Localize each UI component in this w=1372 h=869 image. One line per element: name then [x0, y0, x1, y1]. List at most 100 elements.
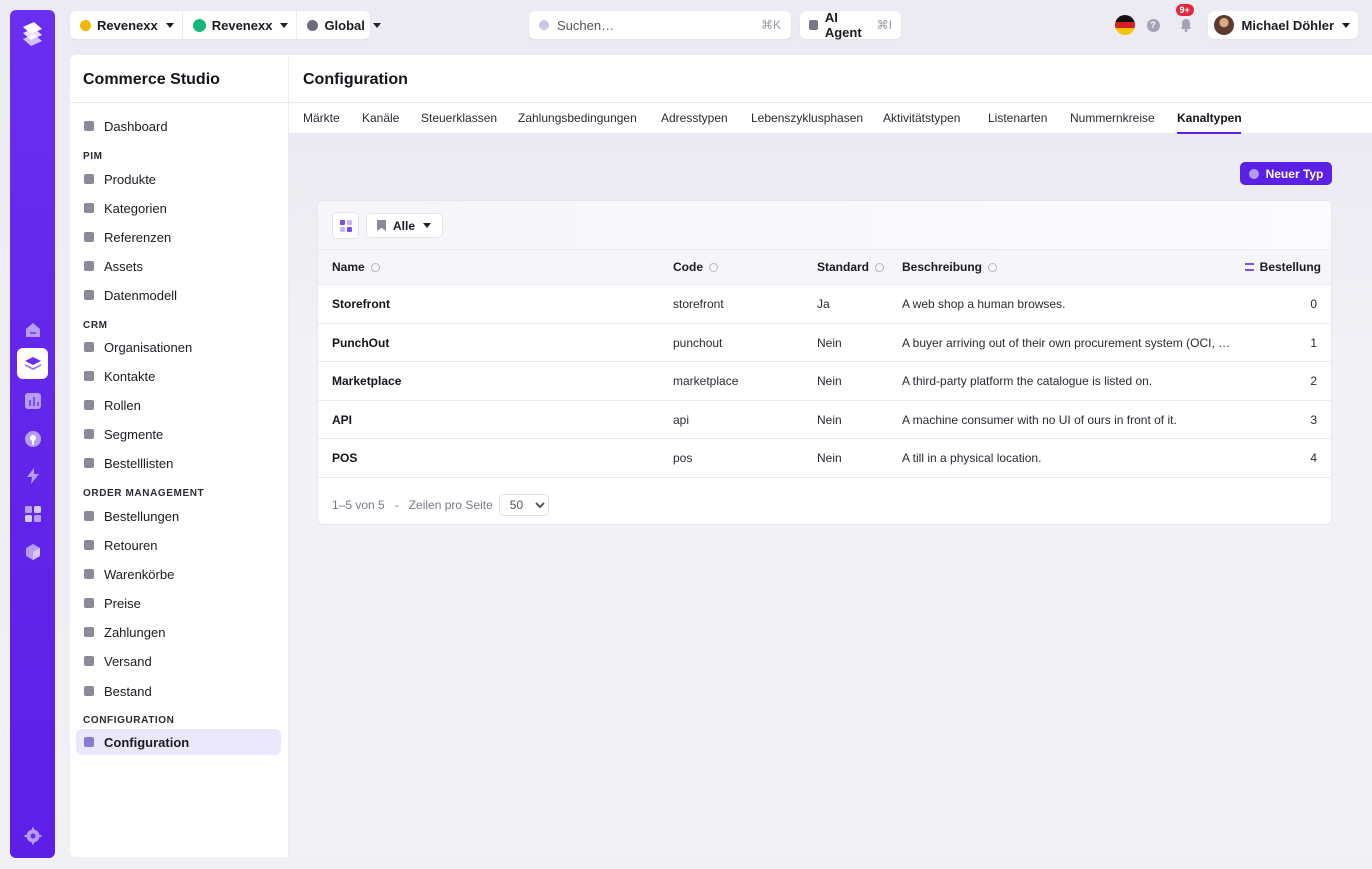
cell-description: A web shop a human browses. — [902, 297, 1066, 311]
home-icon[interactable] — [17, 314, 48, 345]
sidebar-item-label: Configuration — [104, 734, 190, 750]
sidebar-item-bestand[interactable]: Bestand — [76, 678, 281, 704]
cell-description: A buyer arriving out of their own procur… — [902, 335, 1232, 350]
cell-code: punchout — [673, 335, 723, 350]
sidebar-item-preise[interactable]: Preise — [76, 590, 281, 616]
tab-adresstypen[interactable]: Adresstypen — [661, 111, 728, 125]
analytics-icon[interactable] — [17, 385, 48, 416]
saved-view-filter[interactable]: Alle — [366, 213, 443, 238]
tab-nummernkreise[interactable]: Nummernkreise — [1070, 111, 1155, 125]
column-label: Name — [332, 260, 365, 274]
sidebar-item-label: Bestelllisten — [104, 455, 174, 471]
sidebar-item-bestelllisten[interactable]: Bestelllisten — [76, 450, 281, 476]
chevron-down-icon — [372, 22, 381, 28]
dashboard-icon — [84, 121, 94, 131]
sidebar-item-kategorien[interactable]: Kategorien — [76, 195, 281, 221]
credit-card-icon — [84, 627, 94, 637]
sidebar-item-zahlungen[interactable]: Zahlungen — [76, 619, 281, 645]
cube-icon[interactable] — [17, 536, 48, 567]
tab-zahlungsbedingungen[interactable]: Zahlungsbedingungen — [518, 111, 637, 125]
sidebar-item-label: Rollen — [104, 397, 141, 413]
table-toolbar: Alle — [318, 201, 1331, 250]
table-row[interactable]: Storefront storefront Ja A web shop a hu… — [318, 285, 1331, 324]
tab-steuerklassen[interactable]: Steuerklassen — [421, 111, 497, 125]
sidebar-item-kontakte[interactable]: Kontakte — [76, 363, 281, 389]
plus-icon — [1248, 168, 1259, 179]
region-selector[interactable]: Global — [297, 11, 388, 39]
sidebar-title: Commerce Studio — [83, 71, 220, 88]
search-input[interactable] — [557, 17, 761, 33]
sidebar-item-organisationen[interactable]: Organisationen — [76, 334, 281, 360]
column-header-standard[interactable]: Standard — [817, 260, 885, 274]
sidebar-item-referenzen[interactable]: Referenzen — [76, 224, 281, 250]
rows-per-page-select[interactable]: 50 — [498, 494, 549, 516]
cart-icon — [84, 569, 94, 579]
column-header-name[interactable]: Name — [332, 260, 380, 274]
sidebar-item-warenkoerbe[interactable]: Warenkörbe — [76, 561, 281, 587]
column-header-code[interactable]: Code — [673, 260, 718, 274]
sidebar-item-assets[interactable]: Assets — [76, 253, 281, 279]
page-body: Neuer Typ Alle Name Code Standard Beschr… — [289, 134, 1372, 857]
lightning-icon[interactable] — [17, 460, 48, 491]
sidebar-item-label: Warenkörbe — [104, 566, 175, 582]
apps-grid-icon[interactable] — [17, 498, 48, 529]
cell-order: 3 — [1310, 412, 1317, 427]
channel-status-icon — [192, 18, 206, 32]
tab-aktivitaetstypen[interactable]: Aktivitätstypen — [883, 111, 960, 125]
table-row[interactable]: API api Nein A machine consumer with no … — [318, 401, 1331, 440]
sort-icon — [370, 262, 380, 272]
column-label: Bestellung — [1259, 260, 1321, 274]
layers-icon[interactable] — [17, 348, 48, 379]
cell-order: 2 — [1310, 374, 1317, 389]
tag-icon — [84, 598, 94, 608]
gear-icon — [84, 737, 94, 747]
app-logo-icon[interactable] — [17, 18, 48, 49]
sort-icon — [709, 262, 718, 272]
users-icon — [84, 429, 94, 439]
tenant-selector[interactable]: Revenexx — [70, 11, 183, 39]
tab-listenarten[interactable]: Listenarten — [988, 111, 1047, 125]
sidebar-item-configuration[interactable]: Configuration — [76, 729, 281, 755]
globe-icon — [307, 19, 319, 31]
new-type-button[interactable]: Neuer Typ — [1240, 162, 1332, 185]
sidebar-divider — [70, 102, 288, 103]
location-pin-icon[interactable] — [17, 423, 48, 454]
sidebar-item-bestellungen[interactable]: Bestellungen — [76, 503, 281, 529]
ai-agent-button[interactable]: AI Agent ⌘I — [800, 10, 901, 40]
section-heading-order-management: ORDER MANAGEMENT — [83, 488, 205, 499]
sidebar-item-dashboard[interactable]: Dashboard — [76, 113, 281, 139]
page-title: Configuration — [303, 71, 408, 88]
sidebar-item-produkte[interactable]: Produkte — [76, 166, 281, 192]
sidebar-item-retouren[interactable]: Retouren — [76, 532, 281, 558]
channel-selector[interactable]: Revenexx — [183, 11, 298, 39]
column-label: Beschreibung — [902, 260, 983, 274]
global-search[interactable]: ⌘K — [529, 11, 791, 39]
sidebar-item-segmente[interactable]: Segmente — [76, 421, 281, 447]
sidebar-item-datenmodell[interactable]: Datenmodell — [76, 282, 281, 308]
context-switcher: Revenexx Revenexx Global — [70, 11, 381, 39]
sidebar-item-versand[interactable]: Versand — [76, 648, 281, 674]
view-toggle-button[interactable] — [332, 212, 359, 239]
help-icon[interactable]: ? — [1146, 18, 1160, 32]
column-header-beschreibung[interactable]: Beschreibung — [902, 260, 998, 274]
channel-label: Revenexx — [211, 17, 273, 33]
tab-kanaele[interactable]: Kanäle — [362, 111, 399, 125]
cell-standard: Ja — [817, 297, 830, 311]
sidebar-item-label: Produkte — [104, 171, 157, 187]
settings-gear-icon[interactable] — [17, 820, 48, 851]
user-menu[interactable]: Michael Döhler — [1207, 11, 1358, 39]
table-row[interactable]: PunchOut punchout Nein A buyer arriving … — [318, 324, 1331, 363]
tab-maerkte[interactable]: Märkte — [303, 111, 340, 125]
shield-icon — [84, 400, 94, 410]
language-flag-de-icon[interactable] — [1114, 15, 1135, 35]
cell-standard: Nein — [817, 335, 842, 350]
tab-kanaltypen[interactable]: Kanaltypen — [1177, 111, 1242, 125]
notifications-bell-icon[interactable]: 9+ — [1175, 4, 1194, 33]
column-header-bestellung[interactable]: Bestellung — [1244, 260, 1321, 274]
table-row[interactable]: Marketplace marketplace Nein A third-par… — [318, 362, 1331, 401]
table-row[interactable]: POS pos Nein A till in a physical locati… — [318, 439, 1331, 478]
notification-count-badge: 9+ — [1175, 4, 1194, 16]
sidebar-item-rollen[interactable]: Rollen — [76, 392, 281, 418]
ai-agent-shortcut: ⌘I — [876, 18, 892, 32]
tab-lebenszyklusphasen[interactable]: Lebenszyklusphasen — [751, 111, 863, 125]
